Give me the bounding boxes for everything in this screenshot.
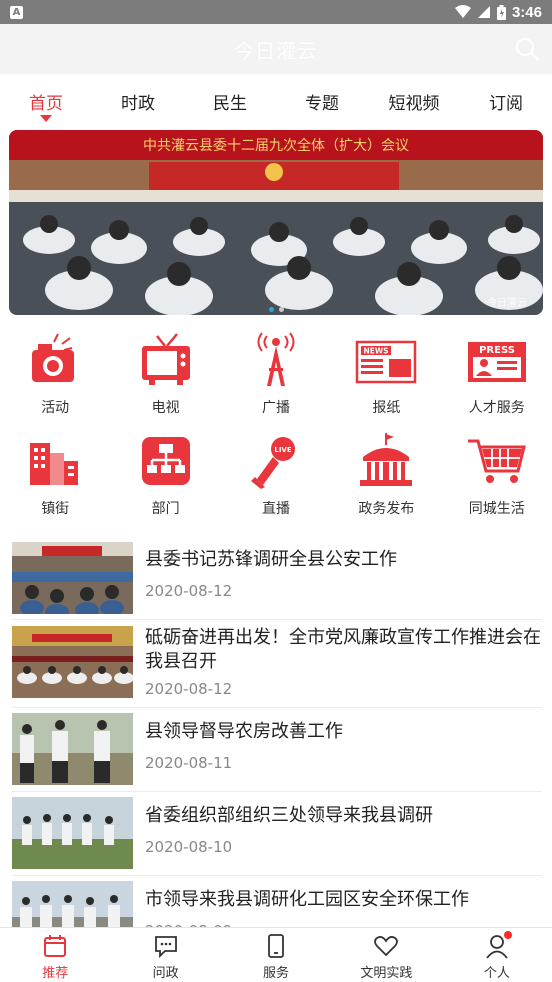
grid-item-local-life[interactable]: 同城生活 — [442, 433, 552, 534]
press-card-icon: PRESS — [467, 342, 526, 382]
service-grid: 活动 电视 广播 NEWS 报纸 PRESS 人才服务 镇街 部门 LIVE 直… — [0, 332, 552, 534]
bottom-nav: 推荐 问政 服务 文明实践 个人 — [0, 927, 552, 982]
signal-icon — [477, 6, 490, 18]
wifi-icon — [454, 5, 471, 18]
camera-icon — [32, 333, 75, 382]
status-time: 3:46 — [511, 3, 542, 21]
news-thumbnail — [12, 797, 133, 869]
tab-subscribe[interactable]: 订阅 — [460, 74, 552, 126]
news-title: 省委组织部组织三处领导来我县调研 — [145, 805, 433, 826]
news-item[interactable]: 省委组织部组织三处领导来我县调研 2020-08-10 — [12, 792, 542, 876]
grid-item-gov-release[interactable]: 政务发布 — [331, 433, 441, 534]
nav-service[interactable]: 服务 — [221, 928, 331, 982]
app-title: 今日灌云 — [234, 38, 318, 63]
active-tab-caret-icon — [40, 115, 52, 122]
radio-tower-icon — [257, 332, 295, 386]
tab-livelihood[interactable]: 民生 — [184, 74, 276, 126]
chat-icon — [154, 936, 177, 959]
news-date: 2020-08-10 — [145, 838, 233, 856]
svg-text:LIVE: LIVE — [274, 446, 291, 454]
news-title: 市领导来我县调研化工园区安全环保工作 — [145, 889, 469, 910]
nav-profile[interactable]: 个人 — [442, 928, 552, 982]
nav-recommend[interactable]: 推荐 — [0, 928, 110, 982]
news-title: 县委书记苏锋调研全县公安工作 — [145, 549, 397, 570]
notification-badge — [503, 931, 512, 939]
news-item[interactable]: 县委书记苏锋调研全县公安工作 2020-08-12 — [12, 538, 542, 620]
news-title: 县领导督导农房改善工作 — [145, 721, 343, 742]
tab-politics[interactable]: 时政 — [92, 74, 184, 126]
nav-civilization-practice[interactable]: 文明实践 — [331, 928, 441, 982]
news-item[interactable]: 市领导来我县调研化工园区安全环保工作 2020-08-09 — [12, 876, 542, 928]
tv-icon — [141, 333, 190, 385]
grid-item-departments[interactable]: 部门 — [110, 433, 220, 534]
svg-text:PRESS: PRESS — [479, 345, 515, 356]
news-thumbnail — [12, 881, 133, 928]
org-chart-icon — [141, 437, 190, 485]
news-thumbnail — [12, 626, 133, 698]
banner-headline: 中共灌云县委十二届九次全体（扩大）会议 — [143, 137, 409, 154]
status-bar: A 3:46 — [0, 0, 552, 24]
tab-topics[interactable]: 专题 — [276, 74, 368, 126]
carousel-dot[interactable] — [278, 307, 284, 312]
carousel-dot-active[interactable] — [268, 307, 274, 312]
buildings-icon — [30, 443, 79, 485]
tab-home[interactable]: 首页 — [0, 74, 92, 126]
grid-item-radio[interactable]: 广播 — [221, 332, 331, 433]
newspaper-icon: NEWS — [356, 340, 417, 384]
news-list: 县委书记苏锋调研全县公安工作 2020-08-12 砥砺奋进再出发！全市党风廉政… — [12, 538, 542, 928]
app-bar: 今日灌云 — [0, 24, 552, 74]
news-item[interactable]: 砥砺奋进再出发！全市党风廉政宣传工作推进会在我县召开 2020-08-12 — [12, 620, 542, 708]
battery-icon — [496, 4, 506, 20]
news-thumbnail — [12, 713, 133, 785]
news-date: 2020-08-12 — [145, 582, 233, 600]
live-mic-icon: LIVE — [250, 437, 295, 489]
banner-photo: 中共灌云县委十二届九次全体（扩大）会议 — [9, 130, 543, 315]
grid-item-towns[interactable]: 镇街 — [0, 433, 110, 534]
grid-item-live[interactable]: LIVE 直播 — [221, 433, 331, 534]
grid-item-newspaper[interactable]: NEWS 报纸 — [331, 332, 441, 433]
svg-text:NEWS: NEWS — [364, 347, 389, 356]
shopping-cart-icon — [467, 439, 526, 483]
grid-item-activity[interactable]: 活动 — [0, 332, 110, 433]
grid-item-talent-service[interactable]: PRESS 人才服务 — [442, 332, 552, 433]
news-thumbnail — [12, 542, 133, 614]
news-date: 2020-08-11 — [145, 754, 233, 772]
carousel-indicator — [9, 307, 543, 312]
tab-short-video[interactable]: 短视频 — [368, 74, 460, 126]
news-item[interactable]: 县领导督导农房改善工作 2020-08-11 — [12, 708, 542, 792]
government-building-icon — [360, 433, 413, 486]
news-title: 砥砺奋进再出发！全市党风廉政宣传工作推进会在我县召开 — [145, 627, 541, 672]
grid-item-tv[interactable]: 电视 — [110, 332, 220, 433]
heart-icon — [374, 936, 399, 957]
nav-inquiry[interactable]: 问政 — [110, 928, 220, 982]
search-icon[interactable] — [514, 36, 540, 62]
channel-tabs: 首页 时政 民生 专题 短视频 订阅 — [0, 74, 552, 126]
calendar-icon — [44, 935, 67, 957]
phone-icon — [268, 934, 284, 958]
banner-carousel[interactable]: 中共灌云县委十二届九次全体（扩大）会议 今日灌云 — [9, 130, 543, 315]
notification-a-icon: A — [10, 5, 23, 19]
news-date: 2020-08-12 — [145, 680, 233, 698]
